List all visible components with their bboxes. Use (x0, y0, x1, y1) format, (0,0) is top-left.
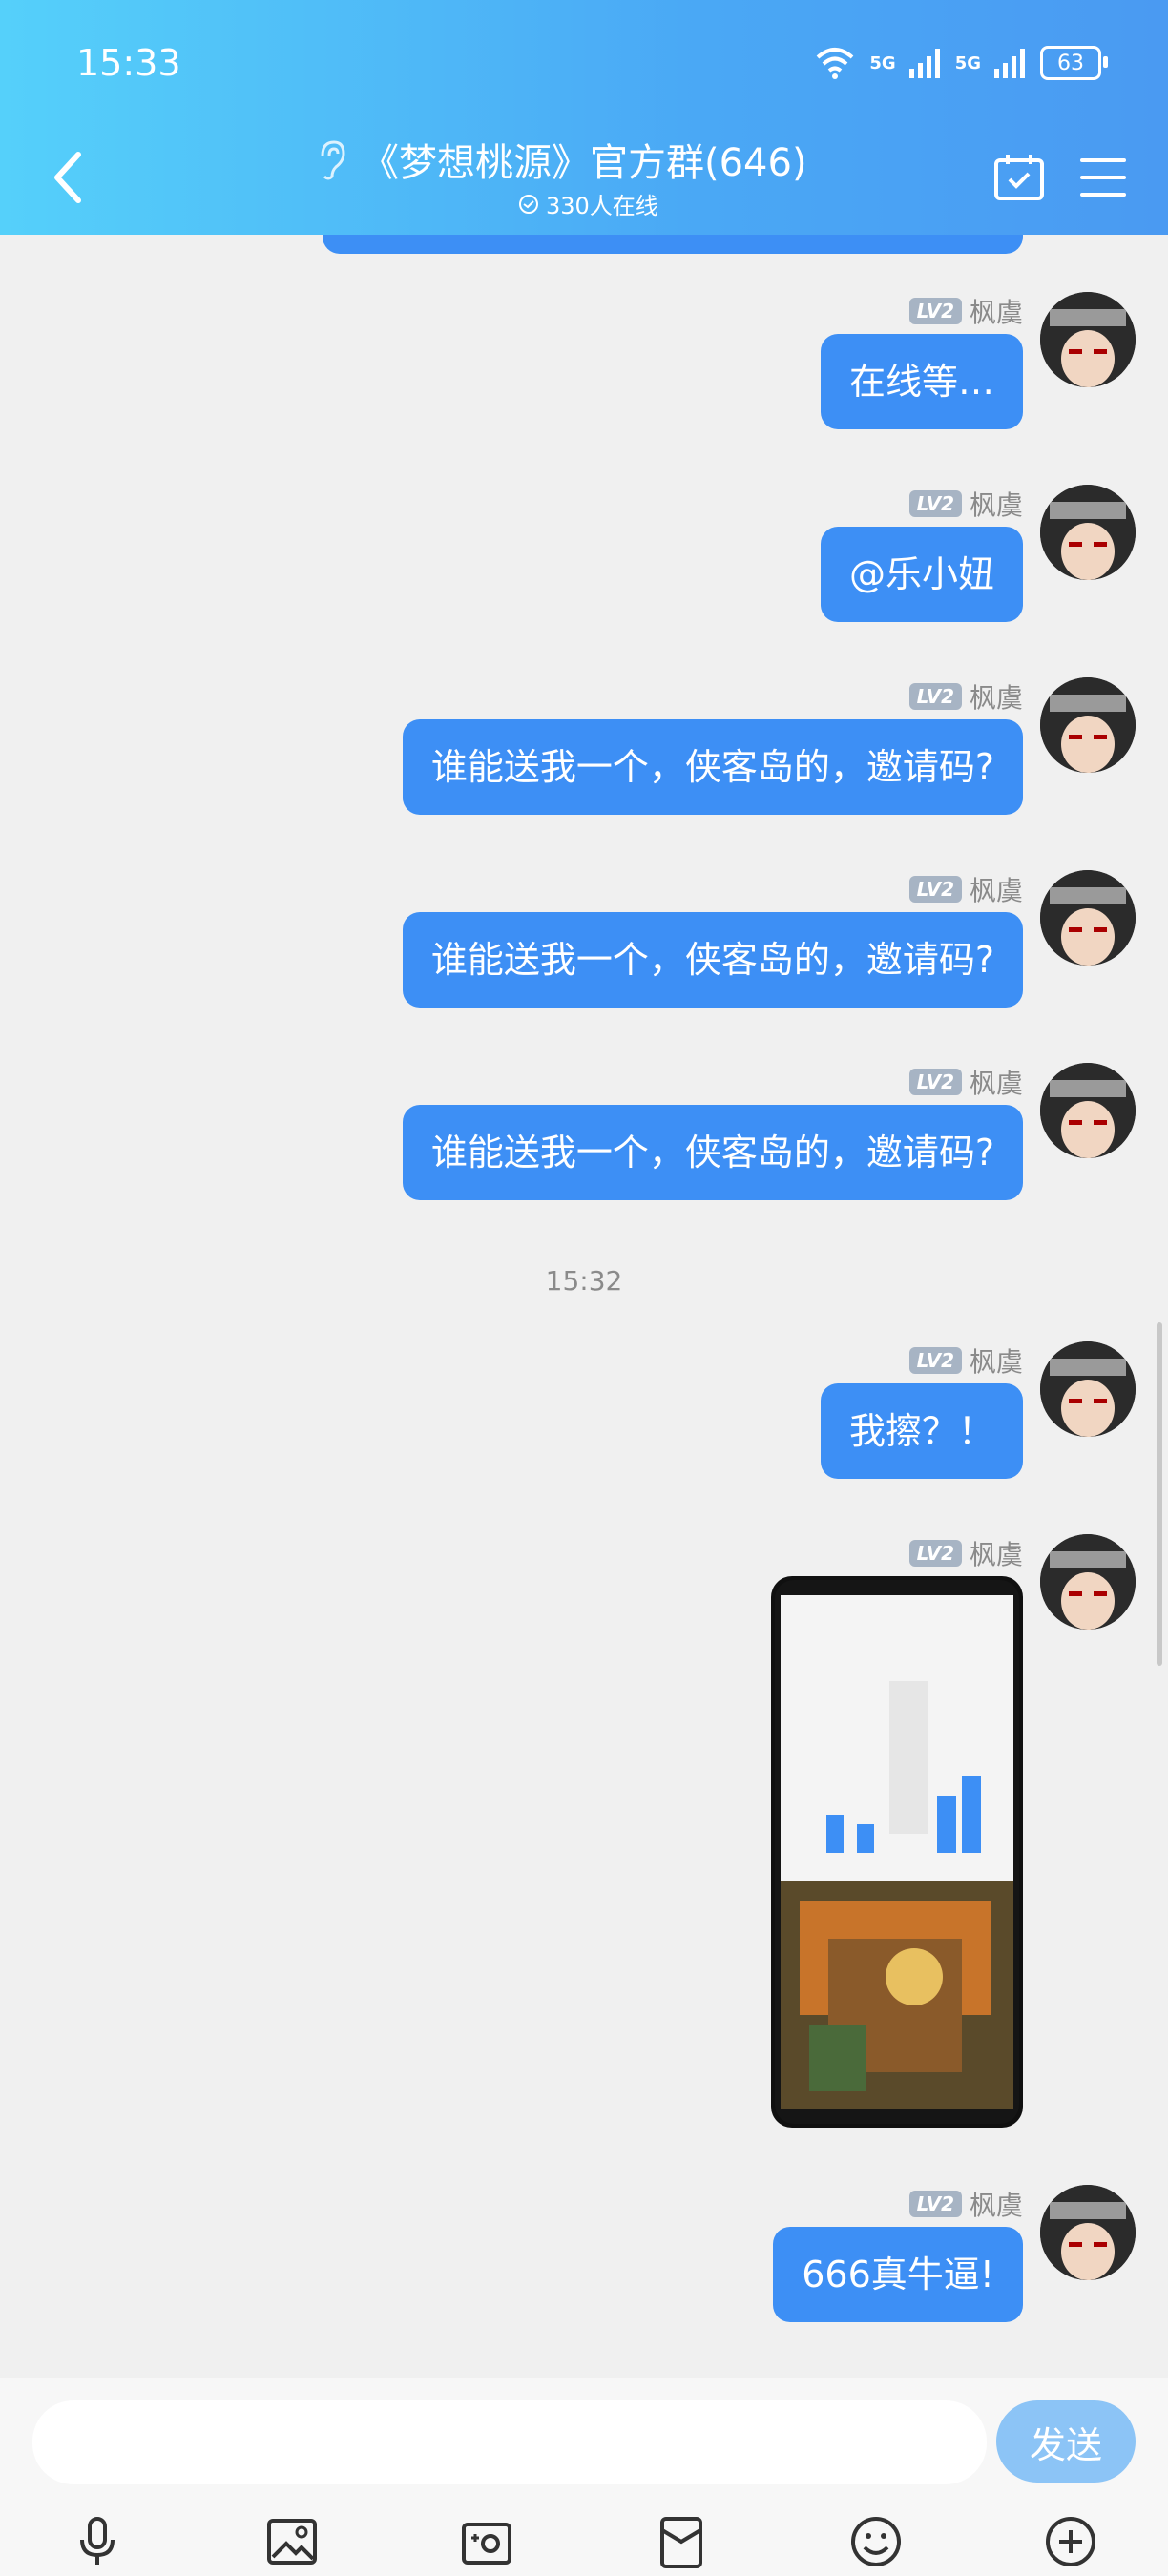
level-badge: LV2 (908, 683, 962, 710)
title-row[interactable]: 《梦想桃源》官方群(646) (315, 132, 807, 187)
message-list[interactable]: LV2 枫虞 在线等… LV2 枫虞 @乐小妞 LV2 枫虞 谁能送我一个，侠客… (0, 235, 1168, 2378)
level-badge: LV2 (908, 1069, 962, 1095)
red-packet-icon[interactable] (653, 2513, 710, 2570)
time-separator: 15:32 (545, 1265, 623, 1297)
sender-info: LV2 枫虞 (908, 485, 1023, 523)
sender-info: LV2 枫虞 (908, 870, 1023, 908)
level-badge: LV2 (908, 1347, 962, 1374)
sender-info: LV2 枫虞 (908, 1534, 1023, 1572)
menu-icon[interactable] (1076, 155, 1130, 200)
message-bubble[interactable]: 谁能送我一个，侠客岛的，邀请码? (402, 912, 1023, 1008)
avatar[interactable] (1040, 1534, 1136, 1630)
level-badge: LV2 (908, 490, 962, 517)
avatar[interactable] (1040, 485, 1136, 580)
calendar-check-icon[interactable] (992, 151, 1046, 204)
level-badge: LV2 (908, 876, 962, 903)
message-bubble[interactable]: @乐小妞 (820, 527, 1023, 622)
back-icon[interactable] (50, 149, 88, 206)
sender-info: LV2 枫虞 (908, 292, 1023, 330)
sender-info: LV2 枫虞 (908, 1063, 1023, 1101)
ear-icon[interactable] (315, 138, 347, 180)
group-title: 《梦想桃源》官方群(646) (361, 141, 807, 185)
level-badge: LV2 (908, 298, 962, 324)
status-time: 15:33 (76, 42, 181, 84)
plus-icon[interactable] (1042, 2513, 1099, 2570)
input-bar: 发送 (0, 2378, 1168, 2576)
check-circle-icon (519, 194, 538, 214)
emoji-icon[interactable] (847, 2513, 905, 2570)
image-icon[interactable] (263, 2513, 321, 2570)
avatar[interactable] (1040, 2185, 1136, 2280)
sender-info: LV2 枫虞 (908, 1341, 1023, 1380)
sender-name: 枫虞 (969, 875, 1023, 906)
message-bubble-partial[interactable] (323, 235, 1023, 254)
message-bubble[interactable]: 谁能送我一个，侠客岛的，邀请码? (402, 719, 1023, 815)
avatar[interactable] (1040, 292, 1136, 387)
sender-name: 枫虞 (969, 489, 1023, 521)
level-badge: LV2 (908, 1540, 962, 1567)
level-badge: LV2 (908, 2191, 962, 2217)
avatar[interactable] (1040, 1063, 1136, 1158)
battery-level: 63 (1057, 51, 1084, 75)
signal-icon-2 (994, 49, 1025, 78)
sender-info: LV2 枫虞 (908, 677, 1023, 716)
message-bubble[interactable]: 谁能送我一个，侠客岛的，邀请码? (402, 1105, 1023, 1200)
avatar[interactable] (1040, 1341, 1136, 1437)
message-bubble[interactable]: 在线等… (820, 334, 1023, 429)
sender-name: 枫虞 (969, 682, 1023, 714)
network-5g-1: 5G (869, 52, 896, 73)
image-message[interactable] (771, 1576, 1023, 2128)
sender-name: 枫虞 (969, 297, 1023, 328)
online-count: 330人在线 (517, 187, 658, 220)
avatar[interactable] (1040, 870, 1136, 966)
message-bubble[interactable]: 666真牛逼! (773, 2227, 1023, 2322)
battery-icon: 63 (1040, 46, 1108, 80)
online-count-text: 330人在线 (546, 193, 658, 219)
sender-name: 枫虞 (969, 2190, 1023, 2221)
chat-header: 15:33 5G 5G 63 《梦想桃源》官方群(646) 330人在线 (0, 0, 1168, 235)
sender-info: LV2 枫虞 (908, 2185, 1023, 2223)
sender-name: 枫虞 (969, 1539, 1023, 1570)
sender-name: 枫虞 (969, 1346, 1023, 1378)
scrollbar[interactable] (1157, 1322, 1162, 1666)
message-bubble[interactable]: 我擦？！ (820, 1383, 1023, 1479)
wifi-icon (817, 48, 854, 79)
camera-icon[interactable] (458, 2513, 515, 2570)
network-5g-2: 5G (954, 52, 981, 73)
status-icons: 5G 5G 63 (814, 46, 1108, 80)
message-input[interactable] (32, 2400, 987, 2484)
sender-name: 枫虞 (969, 1068, 1023, 1099)
microphone-icon[interactable] (69, 2513, 126, 2570)
avatar[interactable] (1040, 677, 1136, 773)
send-button[interactable]: 发送 (996, 2400, 1136, 2483)
signal-icon-1 (908, 49, 940, 78)
